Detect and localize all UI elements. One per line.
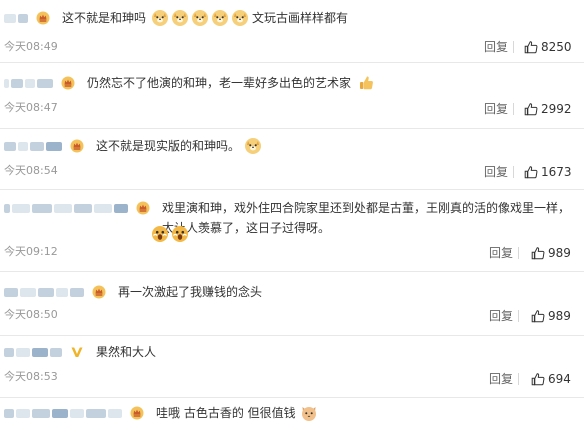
- doge-face-icon: [172, 10, 189, 26]
- crown-badge-icon: [61, 76, 75, 90]
- thumbs-up-icon: [531, 373, 545, 386]
- reply-button[interactable]: 回复: [484, 40, 508, 54]
- comment-7-header: 哇哦 古色古香的 但很值钱: [4, 401, 580, 425]
- divider: [518, 247, 519, 259]
- crown-badge-icon: [70, 139, 84, 153]
- divider: [513, 103, 514, 115]
- crown-badge-icon: [92, 285, 106, 299]
- comment-time: 今天08:50: [4, 308, 58, 321]
- like-button[interactable]: 2992: [524, 102, 572, 116]
- like-button[interactable]: 989: [531, 309, 571, 323]
- comment-text: 仍然忘不了他演的和珅，老一辈好多出色的艺术家: [87, 76, 352, 90]
- divider: [518, 373, 519, 385]
- user-name-blurred[interactable]: [4, 71, 55, 95]
- like-count: 694: [548, 372, 571, 386]
- reply-button[interactable]: 回复: [489, 309, 513, 323]
- comment-time: 今天08:47: [4, 101, 58, 114]
- comment-item-5: 再一次激起了我赚钱的念头 今天08:50 回复 989: [0, 271, 584, 336]
- emoji-group: [150, 6, 250, 27]
- comment-item-2: 仍然忘不了他演的和珅，老一辈好多出色的艺术家 今天08:47 回复 2992: [0, 62, 584, 129]
- comment-text: 果然和大人: [96, 345, 157, 359]
- comment-text: 这不就是和珅吗: [62, 11, 147, 25]
- doge-face-icon: [152, 10, 169, 26]
- comment-time: 今天09:12: [4, 245, 58, 258]
- divider: [513, 41, 514, 53]
- comment-time: 今天08:49: [4, 40, 58, 53]
- reply-button[interactable]: 回复: [489, 246, 513, 260]
- thumbs-up-icon: [531, 247, 545, 260]
- thumbs-up-icon: [524, 166, 538, 179]
- like-button[interactable]: 694: [531, 372, 571, 386]
- emoji-row: [150, 222, 190, 243]
- comment-item-1: 这不就是和珅吗 文玩古画样样都有 今天08:49 回复 8250: [0, 0, 584, 63]
- comment-list: 这不就是和珅吗 文玩古画样样都有 今天08:49 回复 8250 仍然忘不了他演…: [0, 0, 584, 427]
- doge-face-icon: [212, 10, 229, 26]
- user-name-blurred[interactable]: [4, 340, 64, 364]
- like-count: 989: [548, 246, 571, 260]
- comment-text: 这不就是现实版的和珅吗。: [96, 139, 241, 153]
- like-button[interactable]: 8250: [524, 40, 572, 54]
- doge-face-icon: [245, 138, 262, 154]
- comment-5-header: 再一次激起了我赚钱的念头: [4, 280, 580, 304]
- thumbs-up-icon: [360, 76, 373, 90]
- like-count: 1673: [541, 165, 572, 179]
- reply-button[interactable]: 回复: [484, 102, 508, 116]
- reply-button[interactable]: 回复: [484, 165, 508, 179]
- crown-badge-icon: [130, 406, 144, 420]
- crown-badge-icon: [36, 11, 50, 25]
- comment-item-7: 哇哦 古色古香的 但很值钱: [0, 397, 584, 427]
- crown-badge-icon: [136, 201, 150, 215]
- like-count: 8250: [541, 40, 572, 54]
- like-button[interactable]: 989: [531, 246, 571, 260]
- user-name-blurred[interactable]: [4, 280, 86, 304]
- comment-3-header: 这不就是现实版的和珅吗。: [4, 134, 580, 158]
- comment-1-header: 这不就是和珅吗 文玩古画样样都有: [4, 6, 580, 30]
- like-count: 2992: [541, 102, 572, 116]
- comment-2-header: 仍然忘不了他演的和珅，老一辈好多出色的艺术家: [4, 71, 580, 95]
- like-button[interactable]: 1673: [524, 165, 572, 179]
- divider: [513, 166, 514, 178]
- comment-time: 今天08:53: [4, 370, 58, 383]
- divider: [518, 310, 519, 322]
- verified-v-icon: [71, 347, 83, 357]
- doge-face-icon: [192, 10, 209, 26]
- comment-item-4: 戏里演和珅，戏外住四合院家里还到处都是古董，王刚真的活的像戏里一样，太让人羡慕了…: [0, 189, 584, 272]
- user-name-blurred[interactable]: [4, 401, 124, 425]
- comment-item-3: 这不就是现实版的和珅吗。 今天08:54 回复 1673: [0, 128, 584, 190]
- thumbs-up-icon: [524, 41, 538, 54]
- comment-item-6: 果然和大人 今天08:53 回复 694: [0, 335, 584, 398]
- doge-face-icon: [232, 10, 249, 26]
- comment-text: 再一次激起了我赚钱的念头: [118, 285, 263, 299]
- comment-text: 哇哦 古色古香的 但很值钱: [156, 406, 296, 420]
- comment-text: 戏里演和珅，戏外住四合院家里还到处都是古董，王刚真的活的像戏里一样，太让人羡慕了…: [162, 201, 571, 235]
- awe-face-icon: [152, 226, 168, 242]
- user-name-blurred[interactable]: [4, 134, 64, 158]
- comment-text-after-emoji: 文玩古画样样都有: [252, 11, 349, 25]
- comment-time: 今天08:54: [4, 164, 58, 177]
- thumbs-up-icon: [524, 103, 538, 116]
- user-name-blurred[interactable]: [4, 196, 130, 220]
- reply-button[interactable]: 回复: [489, 372, 513, 386]
- cat-face-icon: [301, 407, 316, 421]
- thumbs-up-icon: [531, 310, 545, 323]
- comment-4-header: 戏里演和珅，戏外住四合院家里还到处都是古董，王刚真的活的像戏里一样，太让人羡慕了…: [4, 196, 580, 238]
- comment-6-header: 果然和大人: [4, 340, 580, 364]
- user-name-blurred[interactable]: [4, 6, 30, 30]
- awe-face-icon: [172, 226, 188, 242]
- like-count: 989: [548, 309, 571, 323]
